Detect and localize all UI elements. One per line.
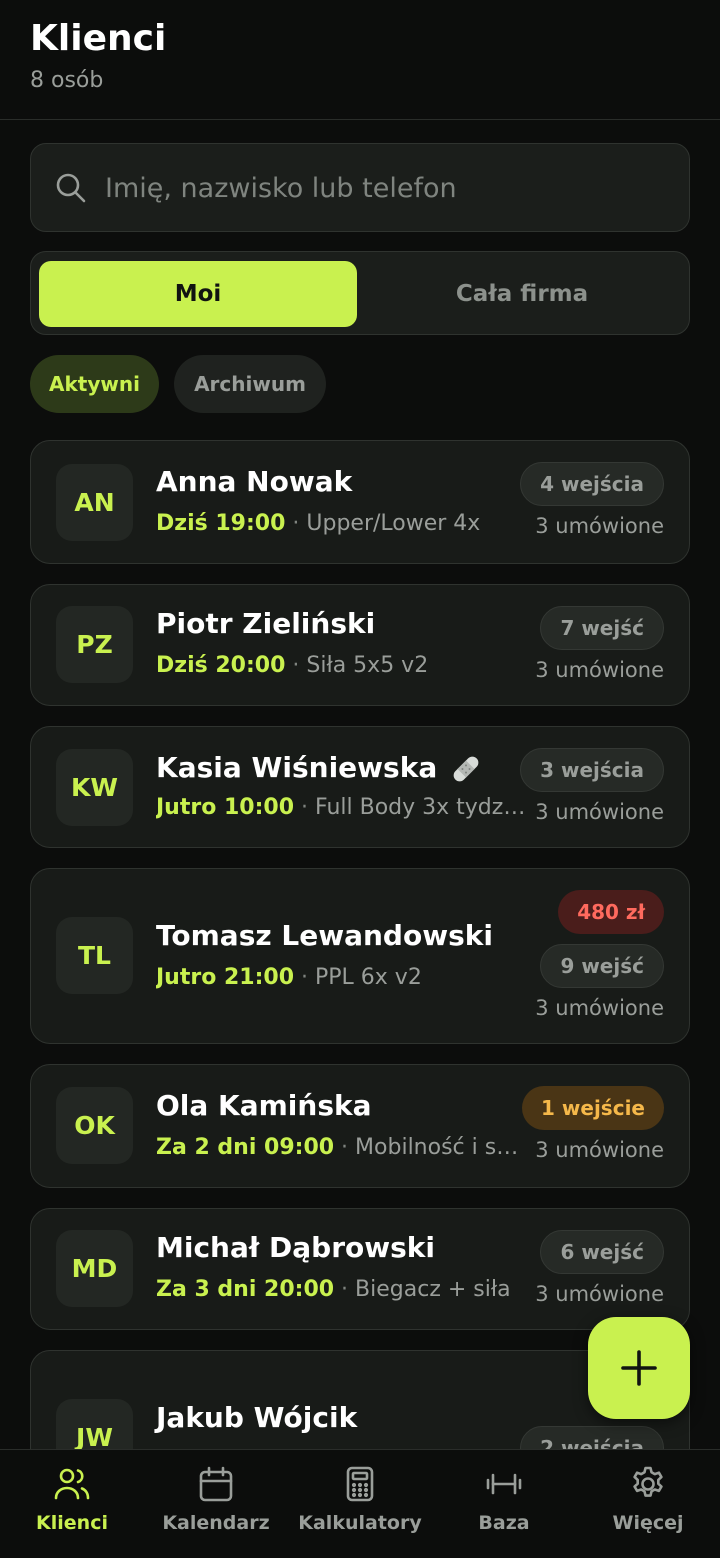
add-client-button[interactable] [588, 1317, 690, 1419]
client-card[interactable]: AN Anna Nowak Dziś 19:00 · Upper/Lower 4… [30, 440, 690, 564]
client-card[interactable]: KW Kasia Wiśniewska Jutro 10:00 · Full B… [30, 726, 690, 848]
client-name: Anna Nowak [156, 465, 353, 498]
plan-name: Biegacz + siła [355, 1277, 511, 1302]
client-stats: 480 zł 9 wejść 3 umówione [535, 890, 664, 1020]
plan-name: PPL 6x v2 [315, 965, 422, 990]
client-name: Ola Kamińska [156, 1089, 372, 1122]
bandage-icon [453, 756, 479, 782]
booked-count: 3 umówione [535, 1138, 664, 1162]
booked-count: 3 umówione [535, 996, 664, 1020]
booked-count: 3 umówione [535, 1282, 664, 1306]
next-session-time: Jutro 21:00 [156, 965, 295, 990]
tab-klienci[interactable]: Klienci [0, 1450, 144, 1558]
scope-company-button[interactable]: Cała firma [363, 261, 681, 327]
tab-label: Więcej [612, 1512, 684, 1534]
next-session: Dziś 20:00 · Siła 5x5 v2 [156, 653, 429, 678]
booked-count: 3 umówione [535, 514, 664, 538]
client-name: Tomasz Lewandowski [156, 919, 493, 952]
tab-label: Kalkulatory [298, 1512, 422, 1534]
next-session: Jutro 10:00 · Full Body 3x tydzień [156, 795, 526, 820]
tab-label: Klienci [36, 1512, 108, 1534]
next-session-time: Dziś 19:00 [156, 511, 286, 536]
plan-name: Upper/Lower 4x [306, 511, 481, 536]
scope-switch: Moi Cała firma [30, 251, 690, 335]
filter-archive-chip[interactable]: Archiwum [174, 355, 326, 413]
scope-mine-button[interactable]: Moi [39, 261, 357, 327]
tab-wiecej[interactable]: Więcej [576, 1450, 720, 1558]
plan-name: Siła 5x5 v2 [306, 653, 429, 678]
client-stats: 3 wejścia 3 umówione [520, 748, 664, 824]
entries-badge: 3 wejścia [520, 748, 664, 792]
avatar: TL [56, 917, 133, 994]
entries-badge: 4 wejścia [520, 462, 664, 506]
users-icon [54, 1468, 90, 1500]
plan-name: Full Body 3x tydzień [315, 795, 526, 820]
calculator-icon [346, 1466, 374, 1502]
client-card[interactable]: MD Michał Dąbrowski Za 3 dni 20:00 · Bie… [30, 1208, 690, 1330]
client-card[interactable]: PZ Piotr Zieliński Dziś 20:00 · Siła 5x5… [30, 584, 690, 706]
avatar: OK [56, 1087, 133, 1164]
client-name-row: Kasia Wiśniewska [156, 751, 483, 786]
next-session-time: Za 3 dni 20:00 [156, 1277, 335, 1302]
plan-name: Mobilność i stretching [355, 1135, 521, 1160]
page-title: Klienci [30, 18, 167, 59]
search-box[interactable] [30, 143, 690, 232]
client-stats: 4 wejścia 3 umówione [520, 462, 664, 538]
search-icon [56, 173, 86, 203]
next-session-time: Jutro 10:00 [156, 795, 295, 820]
avatar: AN [56, 464, 133, 541]
tab-kalendarz[interactable]: Kalendarz [144, 1450, 288, 1558]
next-session: Za 2 dni 09:00 · Mobilność i stretching [156, 1135, 521, 1160]
booked-count: 3 umówione [535, 658, 664, 682]
dumbbell-icon [486, 1473, 522, 1495]
next-session-time: Dziś 20:00 [156, 653, 286, 678]
next-session: Dziś 19:00 · Upper/Lower 4x [156, 511, 481, 536]
next-session: Jutro 21:00 · PPL 6x v2 [156, 965, 422, 990]
client-name: Kasia Wiśniewska [156, 751, 438, 784]
entries-badge: 7 wejść [540, 606, 664, 650]
avatar: PZ [56, 606, 133, 683]
client-name: Michał Dąbrowski [156, 1231, 436, 1264]
bottom-nav: Klienci Kalendarz Kalkulatory Baza Więce… [0, 1449, 720, 1558]
client-name: Jakub Wójcik [156, 1401, 358, 1434]
app-header: Klienci 8 osób [0, 0, 720, 120]
client-card[interactable]: OK Ola Kamińska Za 2 dni 09:00 · Mobilno… [30, 1064, 690, 1188]
avatar: MD [56, 1230, 133, 1307]
tab-kalkulatory[interactable]: Kalkulatory [288, 1450, 432, 1558]
client-stats: 7 wejść 3 umówione [535, 606, 664, 682]
client-stats: 6 wejść 3 umówione [535, 1230, 664, 1306]
plus-icon [621, 1350, 657, 1386]
next-session: Za 3 dni 20:00 · Biegacz + siła [156, 1277, 511, 1302]
gear-icon [633, 1466, 663, 1497]
client-card[interactable]: TL Tomasz Lewandowski Jutro 21:00 · PPL … [30, 868, 690, 1044]
filter-active-chip[interactable]: Aktywni [30, 355, 159, 413]
booked-count: 3 umówione [535, 800, 664, 824]
entries-badge: 1 wejście [522, 1086, 664, 1130]
client-name: Piotr Zieliński [156, 607, 376, 640]
tab-baza[interactable]: Baza [432, 1450, 576, 1558]
search-input[interactable] [105, 164, 665, 212]
tab-label: Baza [478, 1512, 530, 1534]
debt-badge: 480 zł [558, 890, 664, 934]
entries-badge: 9 wejść [540, 944, 664, 988]
client-stats: 1 wejście 3 umówione [522, 1086, 664, 1162]
calendar-icon [199, 1466, 233, 1502]
entries-badge: 6 wejść [540, 1230, 664, 1274]
tab-label: Kalendarz [162, 1512, 270, 1534]
client-count: 8 osób [30, 68, 104, 93]
avatar: KW [56, 749, 133, 826]
next-session-time: Za 2 dni 09:00 [156, 1135, 335, 1160]
